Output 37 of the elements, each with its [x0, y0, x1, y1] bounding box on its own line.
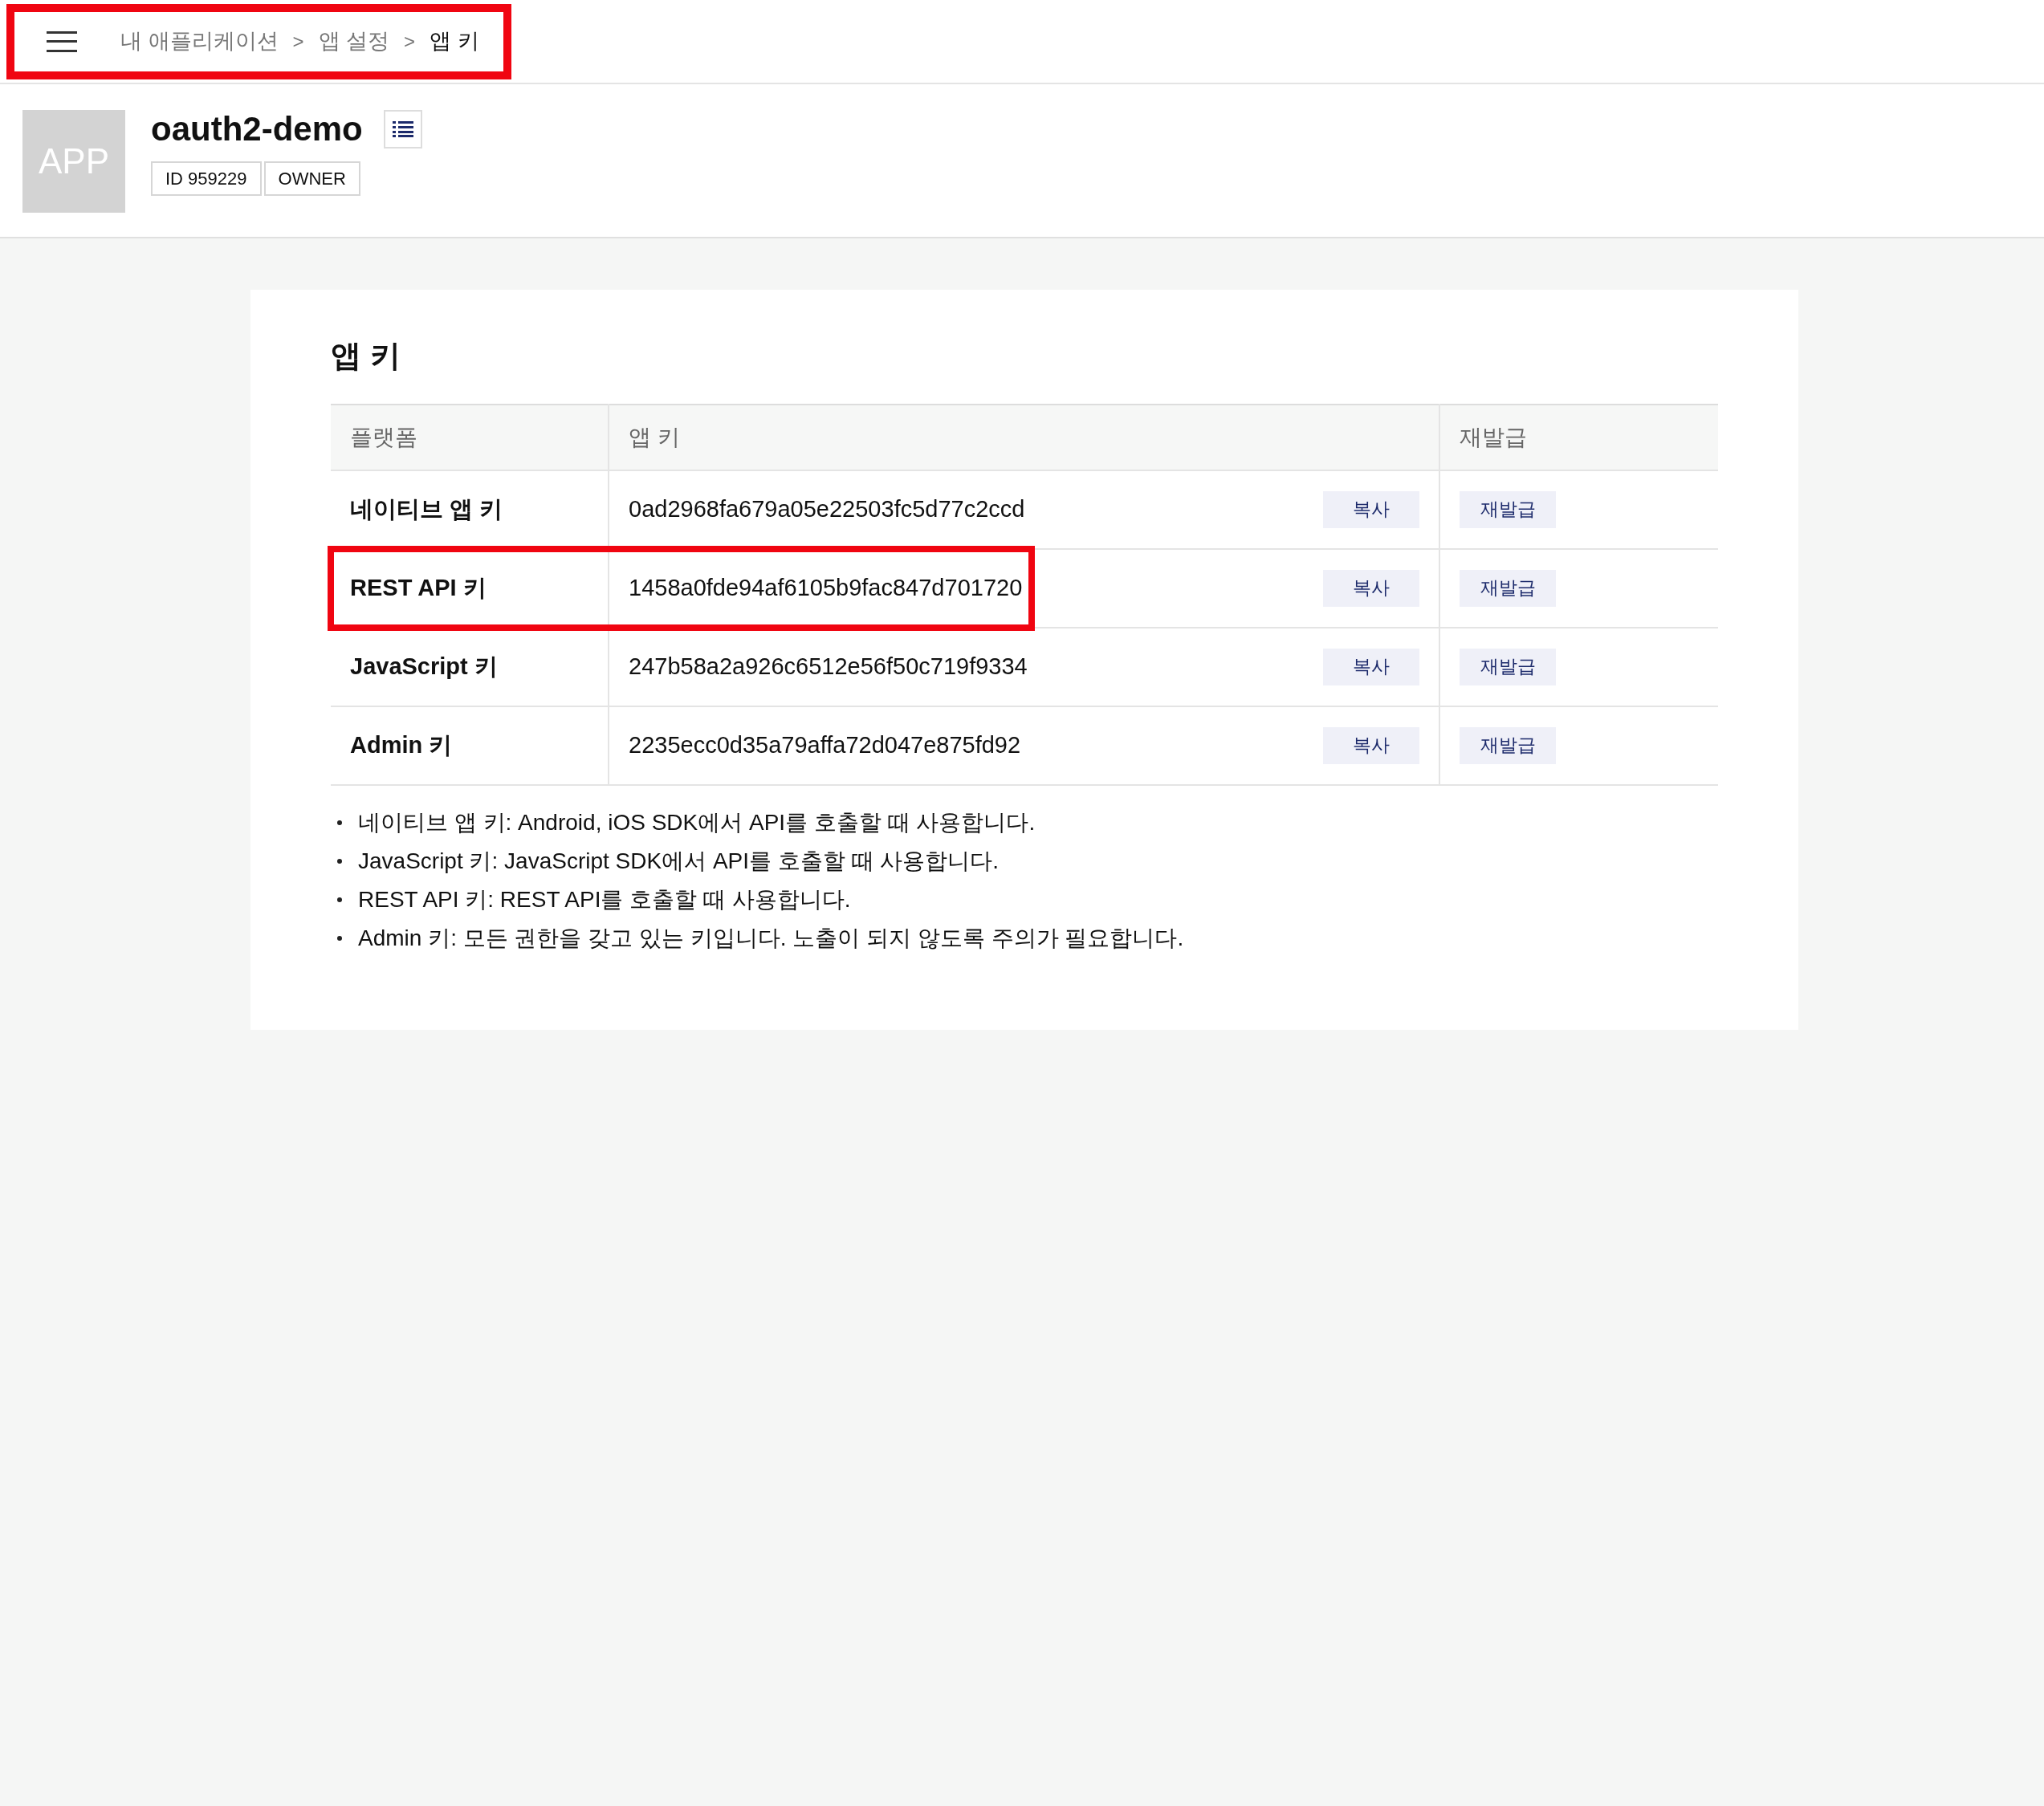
bullet-icon — [337, 935, 342, 941]
copy-button[interactable]: 복사 — [1323, 490, 1419, 528]
api-key-text: 1458a0fde94af6105b9fac847d701720 — [629, 573, 1023, 602]
api-key-text: 2235ecc0d35a79affa72d047e875fd92 — [629, 730, 1021, 759]
api-key-text: 247b58a2a926c6512e56f50c719f9334 — [629, 652, 1028, 681]
section-title: 앱 키 — [331, 338, 401, 374]
copy-button[interactable]: 복사 — [1323, 569, 1419, 607]
app-tag: OWNER — [263, 161, 360, 196]
api-key-text: 0ad2968fa679a05e22503fc5d77c2ccd — [629, 494, 1025, 523]
bullet-icon — [337, 820, 342, 825]
menu-icon[interactable] — [47, 31, 77, 52]
column-header: 재발급 — [1439, 404, 1718, 470]
list-icon[interactable] — [383, 110, 422, 148]
bullet-icon — [337, 858, 342, 864]
platform-cell: REST API 키 — [331, 548, 609, 628]
reissue-button[interactable]: 재발급 — [1460, 726, 1556, 764]
breadcrumb-link[interactable]: 앱 설정 — [318, 25, 390, 58]
reissue-button[interactable]: 재발급 — [1460, 648, 1556, 685]
note-text: 네이티브 앱 키: Android, iOS SDK에서 API를 호출할 때 사용합니다. — [358, 808, 1036, 836]
platform-cell: 네이티브 앱 키 — [331, 470, 609, 549]
breadcrumb-separator: > — [404, 29, 416, 54]
note-text: Admin 키: 모든 권한을 갖고 있는 키입니다. 노출이 되지 않도록 주의가 필요합니다. — [358, 924, 1184, 952]
copy-button[interactable]: 복사 — [1323, 726, 1419, 764]
reissue-button[interactable]: 재발급 — [1460, 569, 1556, 607]
app-name: oauth2-demo — [151, 110, 363, 148]
breadcrumb-separator: > — [292, 29, 304, 54]
breadcrumb-link[interactable]: 내 애플리케이션 — [120, 25, 279, 58]
reissue-button[interactable]: 재발급 — [1460, 490, 1556, 528]
note-text: JavaScript 키: JavaScript SDK에서 API를 호출할 때 사용합니다. — [358, 847, 1000, 875]
app-tag: ID 959229 — [151, 161, 262, 196]
platform-cell: Admin 키 — [331, 706, 609, 785]
note-text: REST API 키: REST API를 호출할 때 사용합니다. — [358, 885, 851, 913]
column-header: 앱 키 — [609, 404, 1439, 470]
bullet-icon — [337, 897, 342, 902]
platform-cell: JavaScript 키 — [331, 627, 609, 706]
copy-button[interactable]: 복사 — [1323, 648, 1419, 685]
column-header: 플랫폼 — [331, 404, 609, 470]
